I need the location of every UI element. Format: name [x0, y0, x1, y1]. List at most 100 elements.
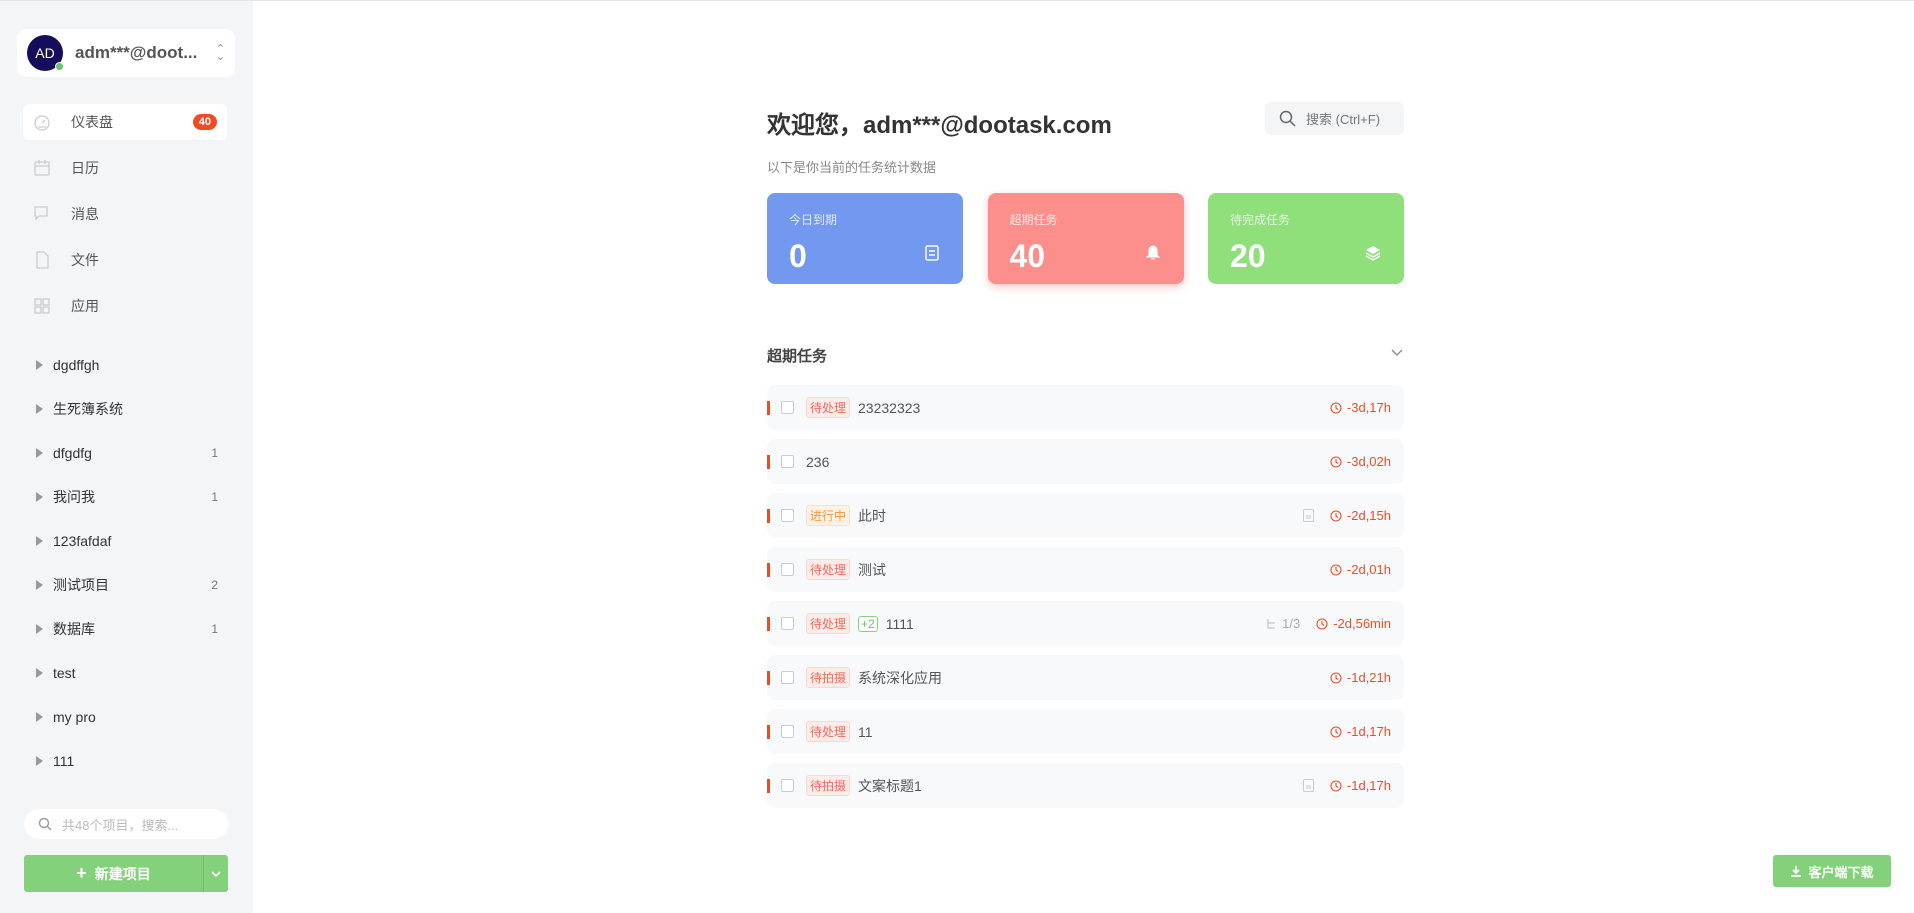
project-item[interactable]: test	[36, 658, 226, 688]
due-time: -1d,21h	[1330, 670, 1391, 685]
task-row[interactable]: 待拍摄 文案标题1 -1d,17h	[767, 763, 1404, 808]
project-count: 1	[211, 490, 218, 504]
sidebar-item-dashboard[interactable]: 仪表盘 40	[23, 104, 227, 140]
search-button[interactable]: 搜索 (Ctrl+F)	[1265, 102, 1404, 135]
task-row[interactable]: 待处理 测试 -2d,01h	[767, 547, 1404, 592]
task-title: 系统深化应用	[858, 669, 943, 686]
priority-bar	[767, 509, 770, 523]
project-name: 数据库	[53, 621, 95, 637]
chevron-down-icon	[1391, 349, 1403, 356]
task-title: 测试	[858, 561, 887, 578]
card-label: 超期任务	[1009, 213, 1058, 227]
project-item[interactable]: 生死簿系统	[36, 394, 226, 424]
task-checkbox[interactable]	[781, 401, 794, 414]
project-item[interactable]: my pro	[36, 702, 226, 732]
due-time: -3d,17h	[1330, 400, 1391, 415]
project-count: 2	[211, 578, 218, 592]
pending-card[interactable]: 待完成任务 20	[1208, 193, 1404, 284]
project-search-input[interactable]: 共48个项目，搜索...	[24, 809, 228, 839]
project-name: dfgdfg	[53, 445, 92, 461]
priority-bar	[767, 671, 770, 685]
layers-icon	[1365, 246, 1381, 261]
task-checkbox[interactable]	[781, 455, 794, 468]
project-search-placeholder: 共48个项目，搜索...	[62, 817, 179, 833]
task-row[interactable]: 待处理 11 -1d,17h	[767, 709, 1404, 754]
due-time-text: -1d,21h	[1346, 670, 1391, 685]
sidebar: AD adm***@doot... ⌃ ⌄ 仪表盘 40 日历消息文件应用 dgdff…	[0, 1, 253, 913]
clock-icon	[1330, 779, 1342, 792]
sidebar-item-apps[interactable]: 应用	[23, 288, 227, 324]
clock-icon	[1330, 509, 1342, 522]
due-time-text: -1d,17h	[1346, 724, 1391, 739]
client-download-button[interactable]: 客户端下载	[1773, 855, 1891, 887]
status-tag: 待拍摄	[806, 775, 851, 796]
card-label: 今日到期	[789, 213, 838, 227]
task-checkbox[interactable]	[781, 509, 794, 522]
due-today-card[interactable]: 今日到期 0	[767, 193, 963, 284]
task-title: 236	[806, 453, 830, 470]
subtask-icon	[1267, 618, 1276, 628]
download-icon	[1791, 866, 1802, 877]
project-count: 1	[211, 446, 218, 460]
priority-bar	[767, 401, 770, 415]
overdue-section-header[interactable]: 超期任务	[767, 345, 1404, 366]
checklist-icon	[925, 245, 939, 261]
task-row[interactable]: 待拍摄 系统深化应用 -1d,21h	[767, 655, 1404, 700]
task-title: 23232323	[858, 399, 921, 416]
caret-right-icon	[36, 624, 43, 634]
project-item[interactable]: dfgdfg 1	[36, 438, 226, 468]
task-checkbox[interactable]	[781, 725, 794, 738]
sidebar-item-calendar[interactable]: 日历	[23, 150, 227, 186]
due-time: -3d,02h	[1330, 454, 1391, 469]
overdue-card[interactable]: 超期任务 40	[987, 193, 1184, 284]
task-checkbox[interactable]	[781, 779, 794, 792]
new-project-dropdown[interactable]	[203, 855, 228, 892]
task-row[interactable]: 进行中 此时 -2d,15h	[767, 493, 1404, 538]
status-tag: 进行中	[806, 505, 851, 526]
project-item[interactable]: 我问我 1	[36, 482, 226, 512]
sidebar-item-messages[interactable]: 消息	[23, 196, 227, 232]
task-checkbox[interactable]	[781, 617, 794, 630]
caret-right-icon	[36, 404, 43, 414]
avatar: AD	[27, 35, 64, 71]
new-project-label: 新建项目	[94, 865, 151, 882]
extra-tag: +2	[858, 615, 878, 632]
project-count: 1	[211, 622, 218, 636]
due-time: -2d,01h	[1330, 562, 1391, 577]
project-item[interactable]: 数据库 1	[36, 614, 226, 644]
new-project-button[interactable]: + 新建项目	[24, 855, 203, 892]
status-tag: 待拍摄	[806, 667, 851, 688]
priority-bar	[767, 617, 770, 631]
page-subtitle: 以下是你当前的任务统计数据	[767, 160, 937, 175]
caret-right-icon	[36, 712, 43, 722]
user-switcher[interactable]: AD adm***@doot... ⌃ ⌄	[17, 29, 235, 77]
task-title: 1111	[885, 615, 914, 632]
project-name: 生死簿系统	[53, 401, 123, 417]
task-row[interactable]: 236 -3d,02h	[767, 439, 1404, 484]
client-download-label: 客户端下载	[1808, 864, 1874, 880]
page-title: 欢迎您，adm***@dootask.com	[767, 112, 1112, 139]
search-label: 搜索 (Ctrl+F)	[1306, 112, 1381, 127]
status-tag: 待处理	[806, 721, 851, 742]
due-time: -2d,56min	[1316, 616, 1391, 631]
sidebar-item-label: 应用	[71, 298, 99, 314]
chevron-updown-icon: ⌃ ⌄	[215, 43, 225, 63]
new-project-button-group: + 新建项目	[24, 855, 228, 892]
caret-right-icon	[36, 668, 43, 678]
due-time: -1d,17h	[1330, 778, 1391, 793]
task-title: 文案标题1	[858, 777, 922, 794]
status-tag: 待处理	[806, 613, 851, 634]
project-item[interactable]: 123fafdaf	[36, 526, 226, 556]
project-item[interactable]: 111	[36, 746, 226, 776]
task-row[interactable]: 待处理 +2 1111 1/3 -2d,56min	[767, 601, 1404, 646]
task-row[interactable]: 待处理 23232323 -3d,17h	[767, 385, 1404, 430]
card-value: 0	[789, 238, 807, 274]
project-item[interactable]: dgdffgh	[36, 350, 226, 380]
clock-icon	[1330, 455, 1342, 468]
sidebar-item-files[interactable]: 文件	[23, 242, 227, 278]
project-name: 我问我	[53, 489, 95, 505]
task-checkbox[interactable]	[781, 563, 794, 576]
task-checkbox[interactable]	[781, 671, 794, 684]
due-time-text: -3d,02h	[1346, 454, 1391, 469]
project-item[interactable]: 测试项目 2	[36, 570, 226, 600]
